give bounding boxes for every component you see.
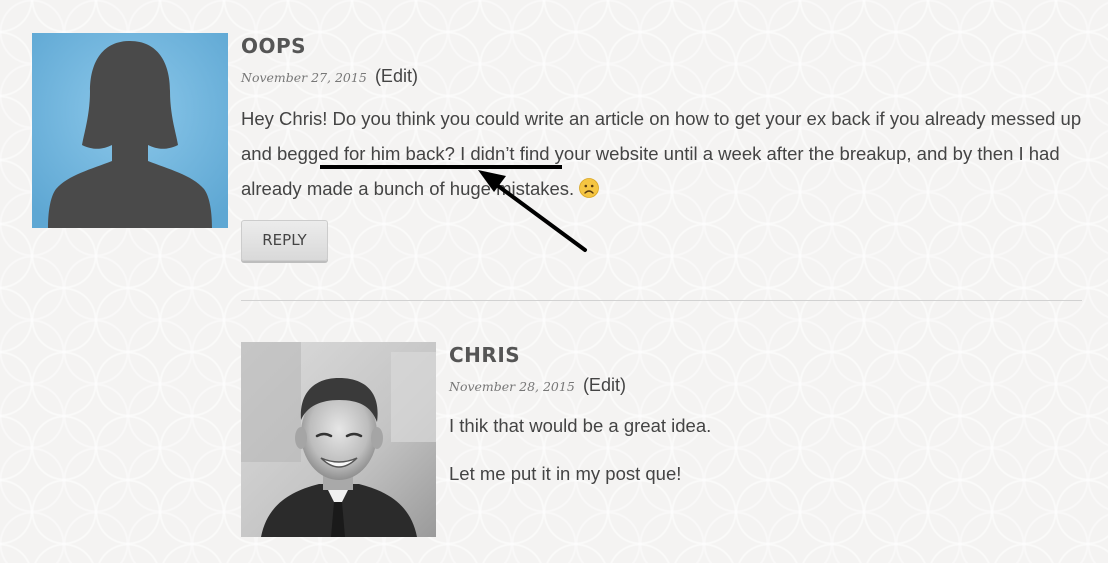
comment-divider [241,300,1082,301]
user-portrait-photo [241,342,436,537]
edit-link[interactable]: (Edit) [583,375,626,395]
default-avatar-silhouette-icon [32,33,228,228]
frowning-face-icon [579,174,600,198]
comment-date: November 28, 2015 [449,379,575,394]
reply-button[interactable]: REPLY [241,220,328,261]
comment-date: November 27, 2015 [241,70,367,85]
comment-avatar-oops [32,33,228,228]
comment-meta: November 28, 2015 (Edit) [449,375,626,396]
comment-text-part: Hey Chris! Do you think you could write … [241,108,1061,129]
comment-paragraph: I thik that would be a great idea. [449,415,712,436]
comment-author-name: OOPS [241,34,307,58]
comment-body: Hey Chris! Do you think you could write … [241,101,1091,206]
comment-meta: November 27, 2015 (Edit) [241,66,418,87]
comment-avatar-chris [241,342,436,537]
comment-paragraph: Let me put it in my post que! [449,463,682,484]
comment-author-name: CHRIS [449,343,521,367]
edit-link[interactable]: (Edit) [375,66,418,86]
